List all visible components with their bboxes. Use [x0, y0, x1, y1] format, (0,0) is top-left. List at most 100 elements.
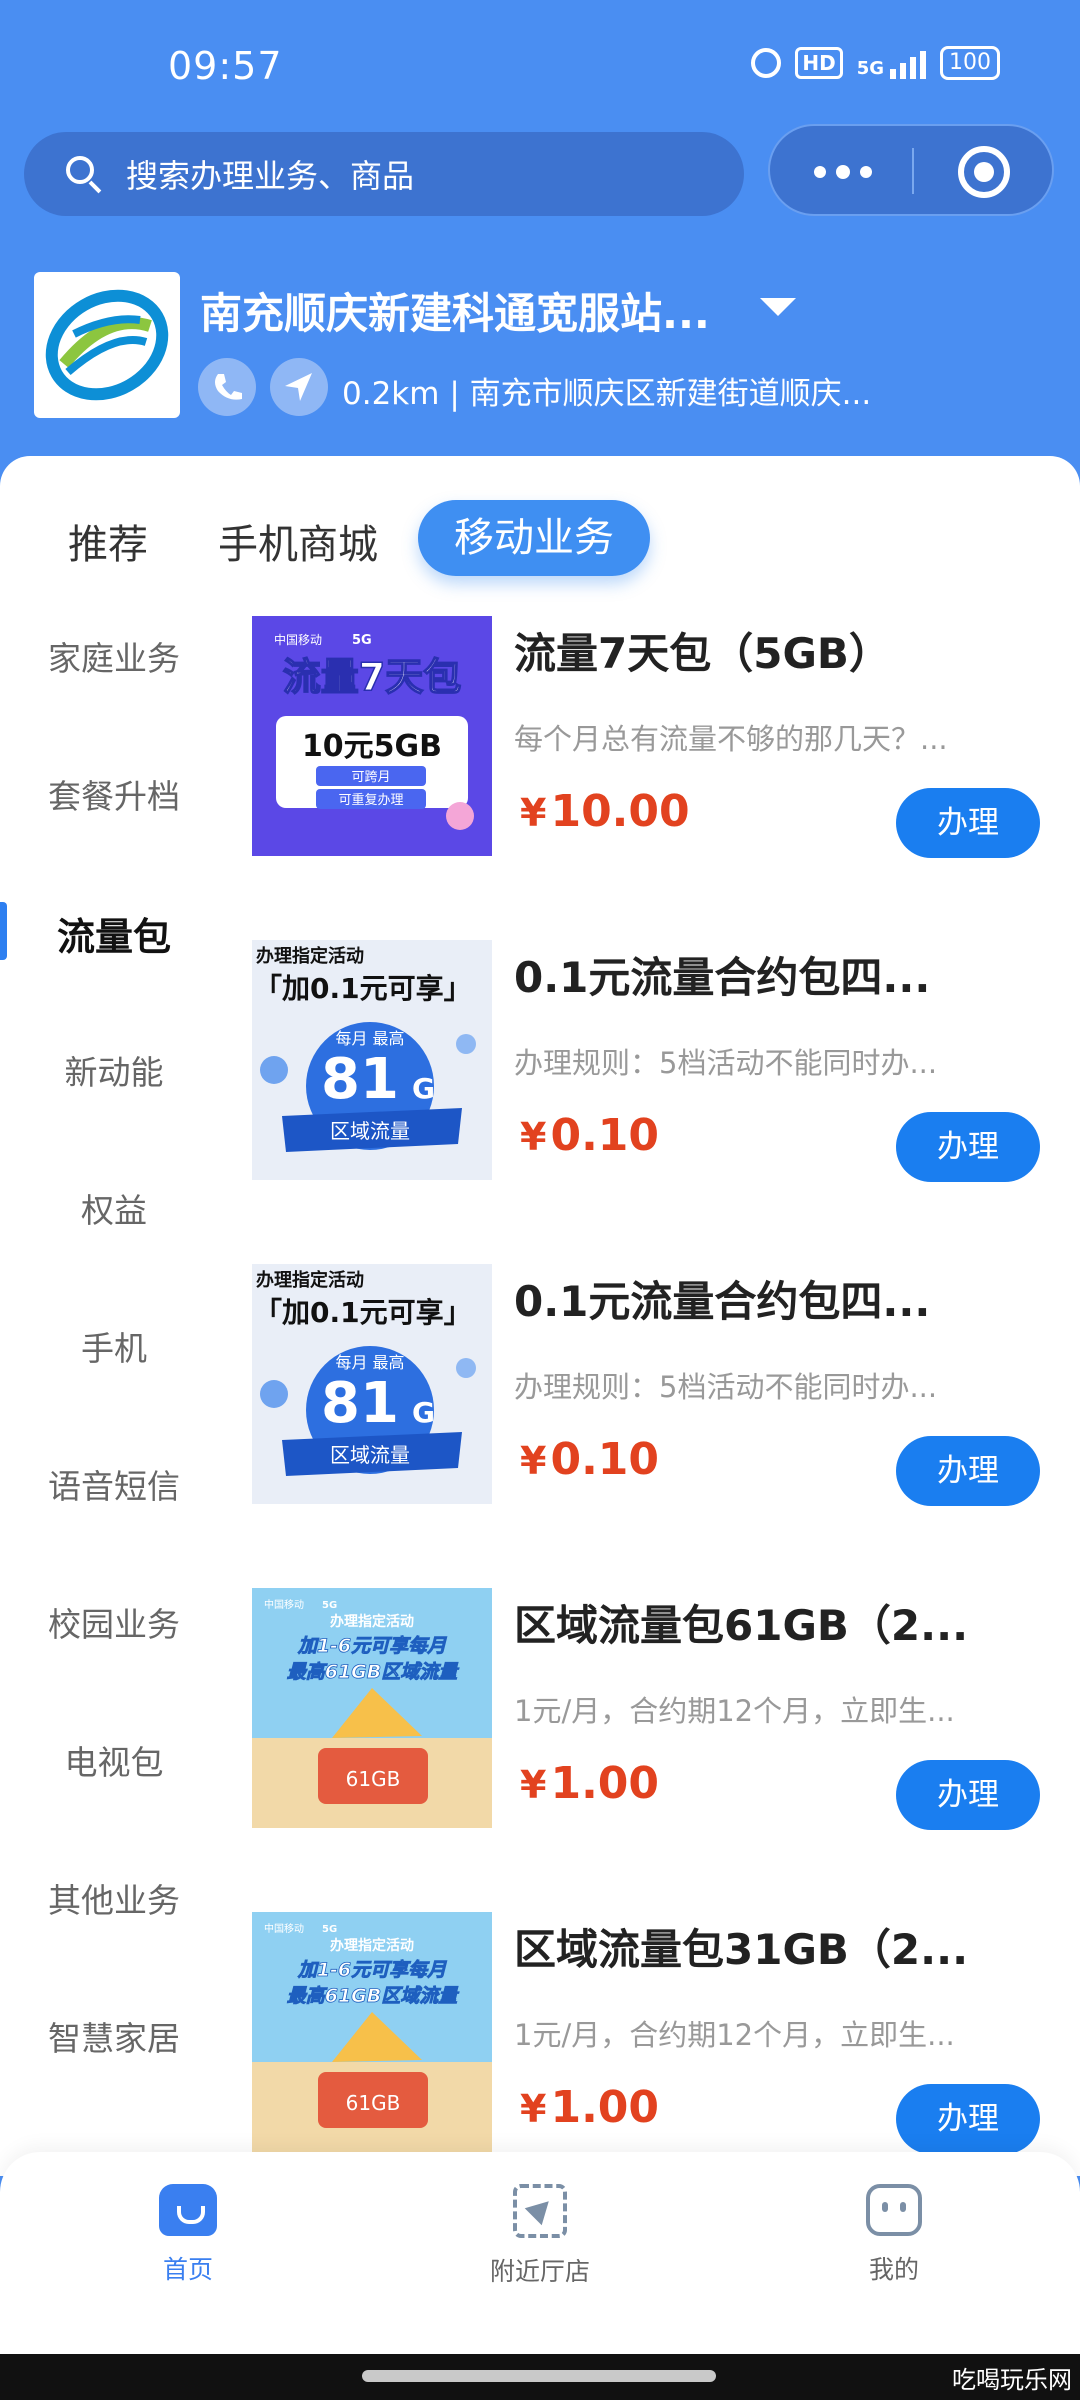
thumb-ribbon: 区域流量 — [330, 1119, 410, 1143]
thumb-promo: 「加0.1元可享」 — [254, 972, 472, 1005]
signal-icon: 5G — [857, 47, 926, 79]
product-card[interactable]: 办理指定活动 「加0.1元可享」 每月 最高 81 G 区域流量 0.1元流量合… — [252, 940, 1062, 1182]
thumb-line1: 每月 最高 — [335, 1353, 404, 1372]
nav-profile[interactable]: 我的 — [794, 2184, 994, 2286]
thumb-tag2: 可重复办理 — [338, 792, 403, 808]
sidebar-item-home-business[interactable]: 家庭业务 — [0, 632, 228, 680]
product-price: ¥10.00 — [520, 786, 690, 837]
thumb-unit: G — [412, 1072, 435, 1105]
thumb-top: 办理指定活动 — [256, 1269, 364, 1291]
gesture-bar — [0, 2354, 1080, 2400]
sidebar-item-new-momentum[interactable]: 新动能 — [0, 1046, 228, 1094]
product-card[interactable]: 中国移动 5G 办理指定活动 加1-6元可享每月 最高61GB区域流量 61GB… — [252, 1588, 1062, 1830]
thumb-box: 61GB — [346, 2091, 401, 2115]
thumb-big-number: 81 — [321, 1047, 399, 1112]
product-thumbnail: 中国移动 5G 流量7天包 10元5GB 可跨月 可重复办理 — [252, 616, 492, 856]
sidebar-item-voice-sms[interactable]: 语音短信 — [0, 1460, 228, 1508]
nav-home[interactable]: 首页 — [88, 2184, 288, 2286]
store-location[interactable]: 0.2km | 南充市顺庆区新建街道顺庆... — [342, 368, 871, 413]
thumb-tag1: 可跨月 — [351, 770, 390, 785]
thumb-line1: 每月 最高 — [335, 1029, 404, 1048]
product-card[interactable]: 办理指定活动 「加0.1元可享」 每月 最高 81 G 区域流量 0.1元流量合… — [252, 1264, 1062, 1506]
product-price: ¥1.00 — [520, 2082, 660, 2133]
address-separator: | — [449, 376, 460, 412]
thumb-5g-badge: 5G — [352, 633, 372, 648]
apply-button[interactable]: 办理 — [896, 1112, 1040, 1182]
china-mobile-logo — [34, 272, 180, 418]
sidebar-item-campus[interactable]: 校园业务 — [0, 1598, 228, 1646]
hd-badge: HD — [795, 47, 843, 79]
product-card[interactable]: 中国移动 5G 办理指定活动 加1-6元可享每月 最高61GB区域流量 61GB… — [252, 1912, 1062, 2154]
product-title: 0.1元流量合约包四... — [514, 953, 931, 1002]
watermark: 吃喝玩乐网 — [952, 2366, 1072, 2394]
capsule-divider — [912, 148, 914, 194]
thumb-top: 办理指定活动 — [330, 1613, 414, 1630]
thumb-brand: 中国移动 — [264, 1922, 304, 1935]
sidebar-item-data-pack[interactable]: 流量包 — [0, 906, 228, 961]
sidebar-item-benefits[interactable]: 权益 — [0, 1184, 228, 1232]
product-thumbnail: 办理指定活动 「加0.1元可享」 每月 最高 81 G 区域流量 — [252, 940, 492, 1180]
product-title: 0.1元流量合约包四... — [514, 1277, 931, 1326]
sidebar-item-plan-upgrade[interactable]: 套餐升档 — [0, 770, 228, 818]
thumb-line1: 加1-6元可享每月 — [297, 1635, 447, 1657]
apply-button[interactable]: 办理 — [896, 1760, 1040, 1830]
thumb-top: 办理指定活动 — [330, 1937, 414, 1954]
product-thumbnail: 办理指定活动 「加0.1元可享」 每月 最高 81 G 区域流量 — [252, 1264, 492, 1504]
product-description: 1元/月，合约期12个月，立即生... — [514, 1694, 955, 1728]
sidebar-item-smart-home[interactable]: 智慧家居 — [0, 2012, 228, 2060]
store-distance: 0.2km — [342, 376, 440, 412]
tab-mobile-business[interactable]: 移动业务 — [418, 500, 650, 576]
thumb-brand: 中国移动 — [274, 632, 322, 647]
thumb-line1: 加1-6元可享每月 — [297, 1959, 447, 1981]
product-description: 1元/月，合约期12个月，立即生... — [514, 2018, 955, 2052]
store-address: 南充市顺庆区新建街道顺庆... — [469, 376, 872, 412]
close-miniprogram-icon[interactable] — [958, 146, 1010, 198]
tab-recommend[interactable]: 推荐 — [68, 512, 148, 570]
apply-button[interactable]: 办理 — [896, 1436, 1040, 1506]
apply-button[interactable]: 办理 — [896, 788, 1040, 858]
sidebar-item-phone[interactable]: 手机 — [0, 1322, 228, 1370]
battery-icon: 100 — [940, 46, 1000, 80]
nav-home-label: 首页 — [162, 2255, 213, 2284]
home-indicator[interactable] — [362, 2370, 716, 2382]
product-title: 流量7天包（5GB） — [514, 629, 891, 678]
sidebar-item-other[interactable]: 其他业务 — [0, 1874, 228, 1922]
nav-nearby-label: 附近厅店 — [489, 2257, 590, 2286]
home-icon — [159, 2184, 217, 2236]
product-description: 办理规则：5档活动不能同时办... — [514, 1046, 938, 1080]
nearby-store-icon — [513, 2184, 567, 2238]
more-icon[interactable] — [814, 165, 872, 179]
sidebar-item-tv-pack[interactable]: 电视包 — [0, 1736, 228, 1784]
tab-phone-mall[interactable]: 手机商城 — [218, 512, 378, 570]
product-title: 区域流量包31GB（2... — [514, 1925, 969, 1974]
navigation-icon[interactable] — [270, 358, 328, 416]
thumb-brand: 中国移动 — [264, 1598, 304, 1611]
thumb-promo: 「加0.1元可享」 — [254, 1296, 472, 1329]
thumb-line2: 最高61GB区域流量 — [287, 1661, 460, 1683]
product-thumbnail: 中国移动 5G 办理指定活动 加1-6元可享每月 最高61GB区域流量 61GB — [252, 1588, 492, 1828]
store-name[interactable]: 南充顺庆新建科通宽服站... — [200, 280, 710, 341]
thumb-5g-badge: 5G — [322, 1924, 337, 1935]
thumb-headline: 流量7天包 — [283, 655, 461, 699]
status-bar: 09:57 HD 5G 100 — [0, 0, 1080, 130]
status-icons: HD 5G 100 — [751, 46, 1000, 80]
battery-level: 100 — [949, 50, 991, 75]
product-card[interactable]: 中国移动 5G 流量7天包 10元5GB 可跨月 可重复办理 流量7天包（5GB… — [252, 616, 1062, 858]
chevron-down-icon[interactable] — [760, 298, 796, 316]
nav-profile-label: 我的 — [868, 2255, 919, 2284]
product-title: 区域流量包61GB（2... — [514, 1601, 969, 1650]
network-type: 5G — [856, 58, 884, 79]
thumb-amount: 10元5GB — [302, 729, 442, 764]
phone-icon[interactable] — [198, 358, 256, 416]
product-price: ¥0.10 — [520, 1110, 660, 1161]
nav-nearby-stores[interactable]: 附近厅店 — [440, 2184, 640, 2288]
status-time: 09:57 — [168, 44, 283, 88]
search-bar[interactable]: 搜索办理业务、商品 — [24, 132, 744, 216]
main-panel: 推荐 手机商城 移动业务 家庭业务 套餐升档 流量包 新动能 权益 手机 语音短… — [0, 456, 1080, 2176]
apply-button[interactable]: 办理 — [896, 2084, 1040, 2154]
profile-icon — [866, 2184, 922, 2236]
thumb-box: 61GB — [346, 1767, 401, 1791]
product-price: ¥0.10 — [520, 1434, 660, 1485]
thumb-top: 办理指定活动 — [256, 945, 364, 967]
search-icon — [66, 156, 102, 194]
